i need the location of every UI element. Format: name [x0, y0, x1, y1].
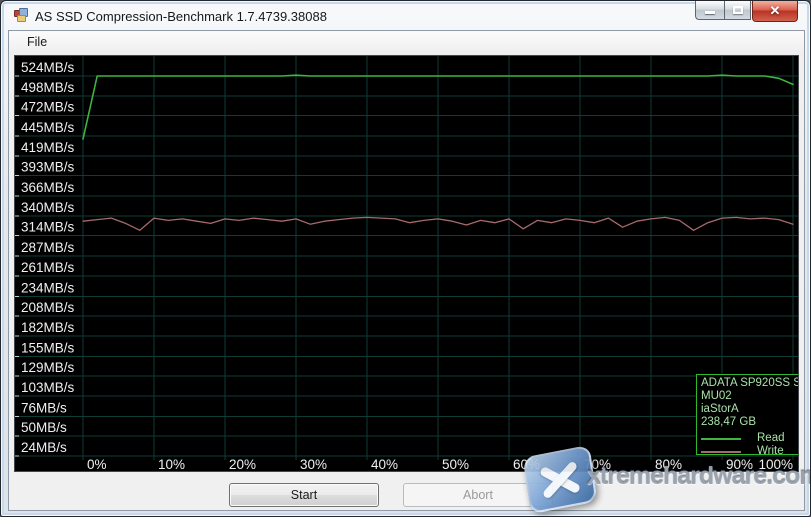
- menu-bar: File: [9, 31, 804, 55]
- legend-firmware: MU02: [701, 390, 798, 403]
- legend-capacity: 238,47 GB: [701, 416, 798, 429]
- app-icon: [14, 8, 30, 24]
- title-bar[interactable]: AS SSD Compression-Benchmark 1.7.4739.38…: [1, 1, 810, 31]
- app-window: AS SSD Compression-Benchmark 1.7.4739.38…: [0, 0, 811, 517]
- svg-text:50%: 50%: [442, 457, 469, 471]
- legend-driver: iaStorA: [701, 403, 798, 416]
- legend-write-label: Write: [757, 445, 784, 455]
- svg-text:472MB/s: 472MB/s: [21, 100, 75, 115]
- svg-text:10%: 10%: [158, 457, 185, 471]
- watermark-text: xtremehardware.com: [587, 462, 811, 491]
- svg-text:445MB/s: 445MB/s: [21, 120, 75, 135]
- svg-text:24MB/s: 24MB/s: [21, 440, 67, 455]
- chart-canvas: 524MB/s 498MB/s 472MB/s 445MB/s 419MB/s 393MB…: [15, 56, 798, 471]
- chart-legend: ADATA SP920SS SC MU02 iaStorA 238,47 GB …: [696, 374, 798, 455]
- svg-text:366MB/s: 366MB/s: [21, 180, 75, 195]
- svg-text:50MB/s: 50MB/s: [21, 420, 67, 435]
- svg-text:182MB/s: 182MB/s: [21, 320, 75, 335]
- svg-text:234MB/s: 234MB/s: [21, 280, 75, 295]
- svg-text:498MB/s: 498MB/s: [21, 80, 75, 95]
- svg-text:103MB/s: 103MB/s: [21, 380, 75, 395]
- client-area: File 524MB/s 498MB/s 472MB/s 445MB/s 419MB/s…: [9, 31, 804, 510]
- caption-buttons: ✕: [695, 1, 798, 23]
- svg-text:20%: 20%: [229, 457, 256, 471]
- svg-text:0%: 0%: [87, 457, 107, 471]
- write-line-sample: [701, 451, 741, 453]
- start-button[interactable]: Start: [229, 483, 379, 507]
- svg-text:129MB/s: 129MB/s: [21, 360, 75, 375]
- maximize-icon: [733, 6, 743, 14]
- svg-text:314MB/s: 314MB/s: [21, 220, 75, 235]
- window-title: AS SSD Compression-Benchmark 1.7.4739.38…: [35, 9, 327, 24]
- svg-text:76MB/s: 76MB/s: [21, 400, 67, 415]
- svg-text:393MB/s: 393MB/s: [21, 160, 75, 175]
- svg-text:261MB/s: 261MB/s: [21, 260, 75, 275]
- svg-text:340MB/s: 340MB/s: [21, 200, 75, 215]
- svg-text:419MB/s: 419MB/s: [21, 140, 75, 155]
- svg-text:40%: 40%: [371, 457, 398, 471]
- menu-file[interactable]: File: [18, 31, 56, 52]
- close-button[interactable]: ✕: [752, 1, 798, 22]
- legend-device: ADATA SP920SS SC: [701, 377, 798, 390]
- minimize-icon: [705, 11, 715, 14]
- benchmark-chart: 524MB/s 498MB/s 472MB/s 445MB/s 419MB/s 393MB…: [15, 56, 798, 471]
- svg-text:155MB/s: 155MB/s: [21, 340, 75, 355]
- svg-text:208MB/s: 208MB/s: [21, 300, 75, 315]
- legend-read-label: Read: [757, 432, 785, 446]
- close-icon: ✕: [753, 3, 797, 19]
- svg-text:30%: 30%: [300, 457, 327, 471]
- minimize-button[interactable]: [695, 1, 724, 20]
- read-line-sample: [701, 438, 741, 440]
- svg-text:287MB/s: 287MB/s: [21, 240, 75, 255]
- svg-text:524MB/s: 524MB/s: [21, 60, 75, 75]
- maximize-button[interactable]: [724, 1, 751, 20]
